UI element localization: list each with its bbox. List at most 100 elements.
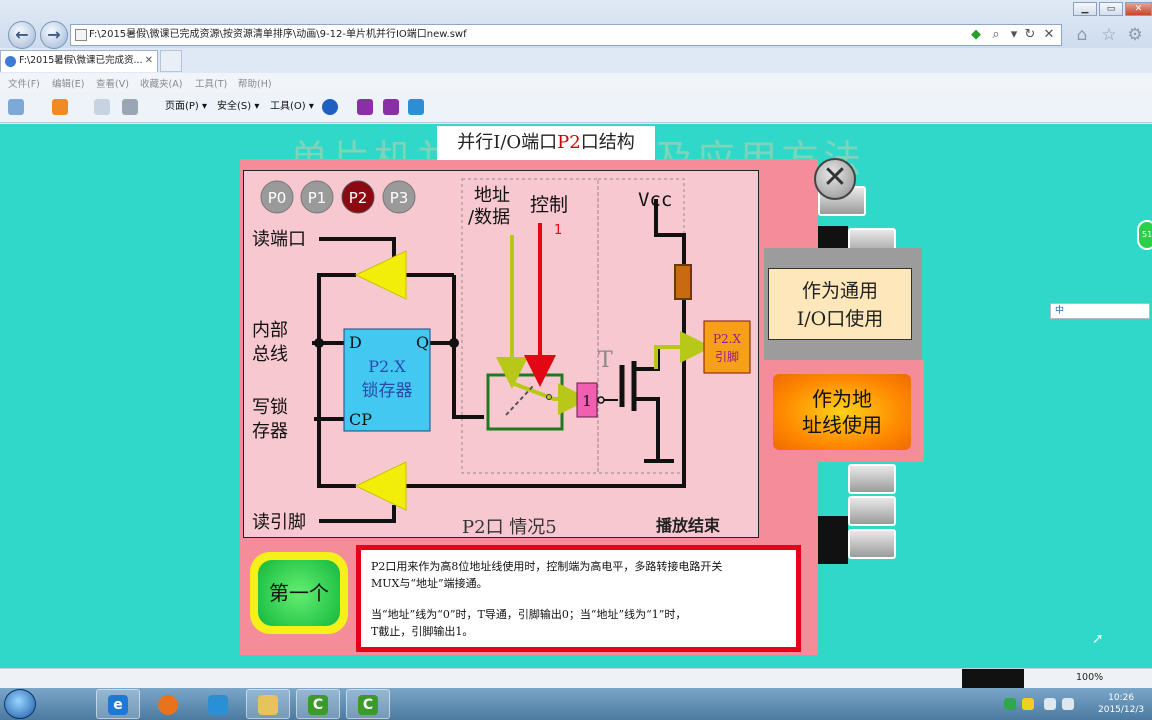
taskbar-explorer[interactable] xyxy=(246,689,290,719)
menu-help[interactable]: 帮助(H) xyxy=(238,76,272,90)
latch-q-label: Q xyxy=(416,333,429,352)
home-cmd-icon[interactable] xyxy=(8,99,24,115)
stop-icon[interactable]: ✕ xyxy=(1041,26,1057,44)
taskbar-camtasia-1[interactable]: C xyxy=(296,689,340,719)
tab-current[interactable]: F:\2015暑假\微课已完成资... ✕ xyxy=(0,50,158,72)
junction-dot-q xyxy=(449,338,459,348)
tab-close-icon[interactable]: ✕ xyxy=(145,51,153,71)
address-bar[interactable]: F:\2015暑假\微课已完成资源\按资源清单排序\动画\9-12-单片机并行I… xyxy=(70,24,1062,46)
latch-name-1: P2.X xyxy=(368,357,406,376)
port-button-p0[interactable]: P0 xyxy=(260,180,294,214)
menu-tools[interactable]: 工具(T) xyxy=(195,76,227,90)
pin-label-1: P2.X xyxy=(713,332,742,346)
svg-text:P1: P1 xyxy=(308,189,327,207)
print-icon[interactable] xyxy=(122,99,138,115)
menu-favorites[interactable]: 收藏夹(A) xyxy=(140,76,182,90)
taskbar-camtasia-2[interactable]: C xyxy=(346,689,390,719)
end-label: 播放结束 xyxy=(656,516,721,535)
refresh-icon[interactable]: ↻ xyxy=(1022,26,1038,44)
svg-text:P3: P3 xyxy=(390,189,409,207)
driver-dashed-region xyxy=(597,178,685,474)
favorites-icon[interactable]: ☆ xyxy=(1098,24,1120,46)
menu-edit[interactable]: 编辑(E) xyxy=(52,76,84,90)
onenote-icon[interactable] xyxy=(357,99,373,115)
taskbar-firefox[interactable] xyxy=(146,689,190,719)
tab-title: F:\2015暑假\微课已完成资... xyxy=(19,55,143,66)
section-label-highlight: P2 xyxy=(557,132,581,153)
help-icon[interactable] xyxy=(322,99,338,115)
side-key-3[interactable] xyxy=(848,464,896,494)
tools-menu[interactable]: 工具(O) ▾ xyxy=(270,99,314,115)
tray-volume-icon[interactable] xyxy=(1062,698,1074,710)
settings-icon[interactable]: ⚙ xyxy=(1124,24,1146,46)
io-use-button[interactable]: 作为通用 I/O口使用 xyxy=(768,268,912,340)
first-button[interactable]: 第一个 xyxy=(250,552,348,634)
mouse-cursor-icon: ➚ xyxy=(1092,631,1104,647)
browser-chrome: ← → F:\2015暑假\微课已完成资源\按资源清单排序\动画\9-12-单片… xyxy=(0,0,1152,124)
addr-use-button[interactable]: 作为地 址线使用 xyxy=(773,374,911,450)
safety-menu[interactable]: 安全(S) ▾ xyxy=(217,99,259,115)
ime-toolbar[interactable]: 中 xyxy=(1050,303,1150,319)
close-animation-button[interactable]: ✕ xyxy=(814,158,856,200)
side-key-5[interactable] xyxy=(848,529,896,559)
tray-network-icon[interactable] xyxy=(1044,698,1056,710)
forward-icon[interactable]: → xyxy=(40,21,68,49)
search-icon[interactable]: ⌕ xyxy=(988,26,1004,44)
read-port-buffer xyxy=(354,250,407,300)
mail-icon[interactable] xyxy=(94,99,110,115)
compat-icon[interactable]: ◆ xyxy=(968,26,984,44)
start-button[interactable] xyxy=(4,689,36,719)
circuit-svg: P0 P1 P2 P3 D Q CP P2.X 锁存器 1 T P2.X 引脚 … xyxy=(252,178,751,538)
onenote-send-icon[interactable] xyxy=(383,99,399,115)
internal-bus-label-1: 内部 xyxy=(252,320,288,341)
ie-page-icon xyxy=(5,56,16,67)
port-button-p2[interactable]: P2 xyxy=(341,180,375,214)
pin-box xyxy=(703,320,751,374)
port-button-p1[interactable]: P1 xyxy=(300,180,334,214)
maximize-button[interactable]: ▭ xyxy=(1099,2,1123,16)
junction-dot-bus xyxy=(314,338,324,348)
camtasia-icon: C xyxy=(308,695,328,715)
section-label-suffix: 口结构 xyxy=(580,132,635,153)
ie-icon: e xyxy=(108,695,128,715)
camtasia-recorder-icon: C xyxy=(358,695,378,715)
write-latch-label-1: 写锁 xyxy=(252,397,288,418)
transistor-t xyxy=(619,345,684,411)
p2-circuit-diagram: P0 P1 P2 P3 D Q CP P2.X 锁存器 1 T P2.X 引脚 … xyxy=(243,170,759,538)
edge-widget[interactable]: 51 xyxy=(1137,220,1152,250)
menu-view[interactable]: 查看(V) xyxy=(96,76,129,90)
internal-bus-label-2: 总线 xyxy=(252,344,288,365)
clock[interactable]: 10:26 2015/12/3 xyxy=(1098,692,1144,716)
addon-icon[interactable] xyxy=(408,99,424,115)
control-label: 控制 xyxy=(530,194,568,216)
minimize-button[interactable]: ▁ xyxy=(1073,2,1097,16)
tray-security-icon[interactable] xyxy=(1004,698,1016,710)
page-menu[interactable]: 页面(P) ▾ xyxy=(165,99,207,115)
firefox-icon xyxy=(158,695,178,715)
side-key-4[interactable] xyxy=(848,496,896,526)
home-icon[interactable]: ⌂ xyxy=(1071,24,1093,46)
menu-bar: 文件(F) 编辑(E) 查看(V) 收藏夹(A) 工具(T) 帮助(H) xyxy=(0,73,1152,93)
zoom-level[interactable]: 100% xyxy=(1076,672,1103,683)
latch-d-label: D xyxy=(349,333,362,352)
side-key-dark-2 xyxy=(818,516,848,564)
port-button-p3[interactable]: P3 xyxy=(382,180,416,214)
desc-line-2: MUX与“地址”端接通。 xyxy=(371,577,488,590)
pullup-resistor xyxy=(674,264,692,300)
mux-switch-line xyxy=(511,381,590,415)
control-value: 1 xyxy=(554,223,562,238)
taskbar-app3[interactable] xyxy=(196,689,240,719)
new-tab-button[interactable] xyxy=(160,50,182,72)
window-close-button[interactable]: ✕ xyxy=(1125,2,1152,16)
pin-output-line xyxy=(654,331,712,369)
rss-icon[interactable] xyxy=(52,99,68,115)
taskbar-ie[interactable]: e xyxy=(96,689,140,719)
back-icon[interactable]: ← xyxy=(8,21,36,49)
status-dark-area xyxy=(962,669,1024,689)
tray-update-icon[interactable] xyxy=(1022,698,1034,710)
status-bar: 100% xyxy=(0,668,1152,689)
dropdown-icon[interactable]: ▾ xyxy=(1006,26,1022,44)
transistor-label: T xyxy=(598,348,613,373)
menu-file[interactable]: 文件(F) xyxy=(8,76,40,90)
section-label: 并行I/O端口P2口结构 xyxy=(437,126,655,160)
